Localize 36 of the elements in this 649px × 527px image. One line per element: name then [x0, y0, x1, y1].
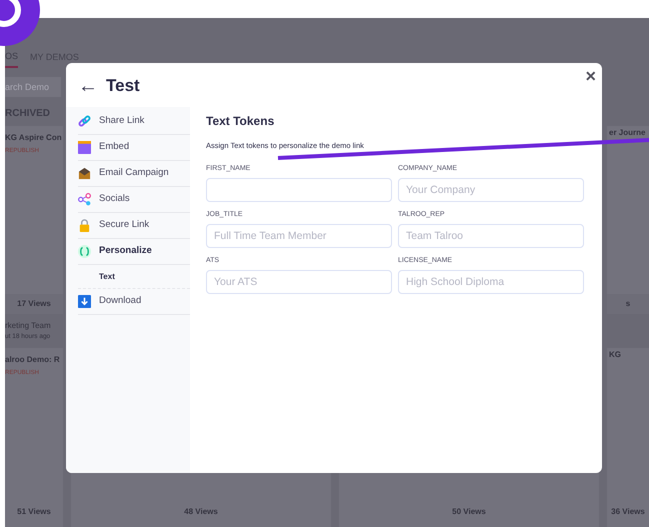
card-title: alroo Demo: R: [5, 354, 60, 366]
views-count: 36 Views: [610, 506, 646, 518]
text-input[interactable]: High School Diploma: [398, 270, 584, 294]
back-button[interactable]: ←: [78, 71, 98, 101]
link-icon: [78, 115, 91, 128]
sidebar-item[interactable]: Socials: [99, 192, 130, 207]
text-input[interactable]: Full Time Team Member: [206, 224, 392, 248]
card-title: KG Aspire Con: [5, 132, 62, 144]
card-title: er Journe: [609, 127, 646, 139]
views-count: 48 Views: [183, 506, 219, 518]
sidebar-item[interactable]: Personalize: [99, 244, 152, 259]
logo-icon: [0, 0, 40, 48]
share-icon: [78, 193, 91, 206]
views-count: s: [607, 294, 649, 314]
sidebar-item[interactable]: Secure Link: [99, 218, 150, 233]
sidebar-item[interactable]: Embed: [99, 140, 130, 155]
close-button[interactable]: ×: [585, 63, 596, 90]
sidebar-item[interactable]: Share Link: [99, 114, 144, 129]
window-icon: [78, 141, 91, 154]
text-input[interactable]: Team Talroo: [398, 224, 584, 248]
modal-title: Test: [106, 75, 140, 98]
text-input[interactable]: Your ATS: [206, 270, 392, 294]
card-title: KG: [609, 349, 621, 361]
text-input[interactable]: [206, 178, 392, 202]
envelope-icon: [78, 167, 91, 180]
braces-icon: [78, 245, 91, 258]
sidebar-subitem[interactable]: Text: [99, 270, 115, 282]
sidebar-item[interactable]: Download: [99, 294, 142, 309]
lock-icon: [78, 219, 91, 232]
text-input[interactable]: Your Company: [398, 178, 584, 202]
views-count: 51 Views: [16, 506, 52, 518]
section-heading: Text Tokens: [206, 113, 276, 130]
sidebar-item[interactable]: Email Campaign: [99, 166, 169, 181]
views-count: 50 Views: [451, 506, 487, 518]
views-count: 17 Views: [5, 294, 63, 314]
download-icon: [78, 295, 91, 308]
